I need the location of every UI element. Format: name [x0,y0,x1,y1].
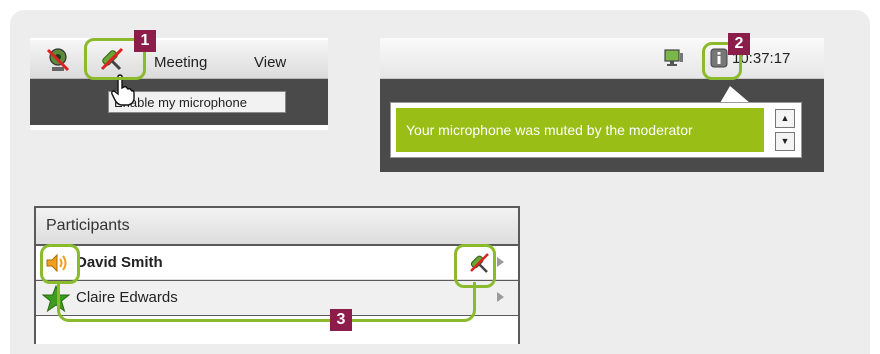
notification-message: Your microphone was muted by the moderat… [396,108,764,152]
callout-1-badge: 1 [134,30,156,52]
monitor-icon[interactable] [664,49,684,72]
status-bar: 10:37:17 [380,38,824,79]
callout-3-badge: 3 [330,309,352,331]
notification-scroll-down-button[interactable]: ▼ [775,132,795,151]
notification-scroll-up-button[interactable]: ▲ [775,109,795,128]
participant-name: David Smith [76,254,163,271]
toolbar-screenshot: Meeting View Enable my microphone [30,38,328,130]
menu-view[interactable]: View [254,54,286,71]
callout-2-badge: 2 [728,33,750,55]
row-expand-arrow[interactable] [497,257,504,267]
menu-meeting[interactable]: Meeting [154,54,207,71]
participant-row[interactable]: David Smith [36,246,518,280]
participants-title: Participants [36,208,518,244]
participants-screenshot: Participants David Smith Claire Edwards [34,206,520,344]
webcam-muted-icon[interactable] [44,46,72,79]
menu-bar: Meeting View [30,40,328,79]
notification-screenshot: 10:37:17 Your microphone was muted by th… [380,38,824,172]
row-expand-arrow[interactable] [497,292,504,302]
callout-3-connector [57,282,476,322]
notification-popup: Your microphone was muted by the moderat… [390,102,802,158]
callout-3-speaker-highlight [40,244,80,284]
